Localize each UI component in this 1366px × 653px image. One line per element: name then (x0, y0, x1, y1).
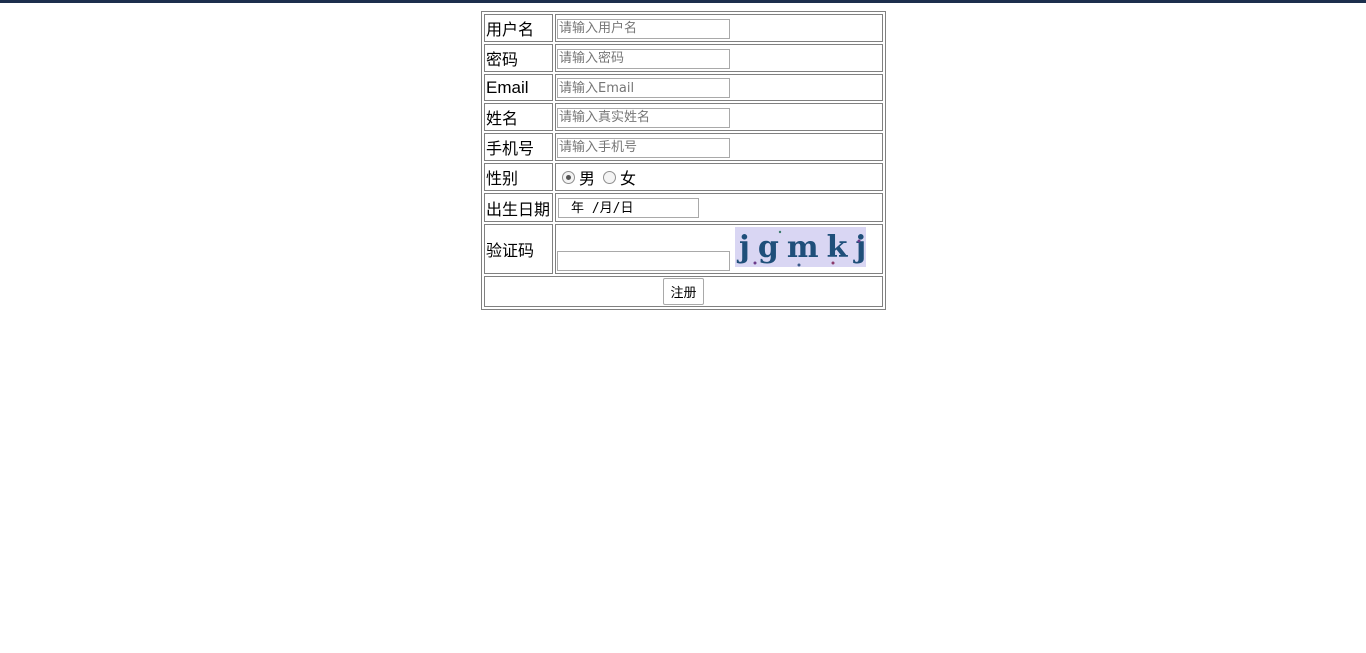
captcha-image[interactable]: jgmkj (735, 227, 866, 267)
captcha-label: 验证码 (484, 224, 553, 274)
realname-input[interactable] (557, 107, 730, 128)
gender-female-radio[interactable] (603, 170, 617, 184)
password-label: 密码 (484, 44, 553, 72)
birthday-date-input[interactable]: 年 /月/日 (558, 197, 699, 218)
gender-row: 性别 男 女 (484, 163, 883, 191)
submit-row: 注册 (484, 276, 883, 307)
captcha-text: jgmkj (736, 230, 866, 265)
gender-male-radio[interactable] (562, 170, 575, 184)
email-label: Email (484, 74, 553, 101)
username-label: 用户名 (484, 14, 553, 42)
gender-label: 性别 (484, 163, 553, 191)
register-button[interactable]: 注册 (663, 278, 704, 305)
phone-row: 手机号 (484, 133, 883, 161)
email-input[interactable] (557, 78, 730, 99)
realname-row: 姓名 (484, 103, 883, 131)
password-input[interactable] (557, 48, 730, 69)
registration-table: 用户名 密码 Email 姓名 手机号 性别 男 女 出生日期 年 /月/日 验… (481, 11, 886, 310)
email-row: Email (484, 74, 883, 101)
gender-female-label: 女 (620, 169, 637, 188)
password-row: 密码 (484, 44, 883, 72)
captcha-input[interactable] (557, 251, 730, 271)
username-row: 用户名 (484, 14, 883, 42)
captcha-row: 验证码 jgmkj (484, 224, 883, 274)
username-input[interactable] (557, 18, 730, 39)
registration-form: 用户名 密码 Email 姓名 手机号 性别 男 女 出生日期 年 /月/日 验… (481, 11, 886, 310)
birthday-label: 出生日期 (484, 193, 553, 222)
top-bar (0, 0, 1366, 3)
gender-options: 男 女 (557, 165, 881, 189)
phone-input[interactable] (557, 137, 730, 158)
phone-label: 手机号 (484, 133, 553, 161)
realname-label: 姓名 (484, 103, 553, 131)
birthday-row: 出生日期 年 /月/日 (484, 193, 883, 222)
gender-male-label: 男 (579, 169, 596, 188)
